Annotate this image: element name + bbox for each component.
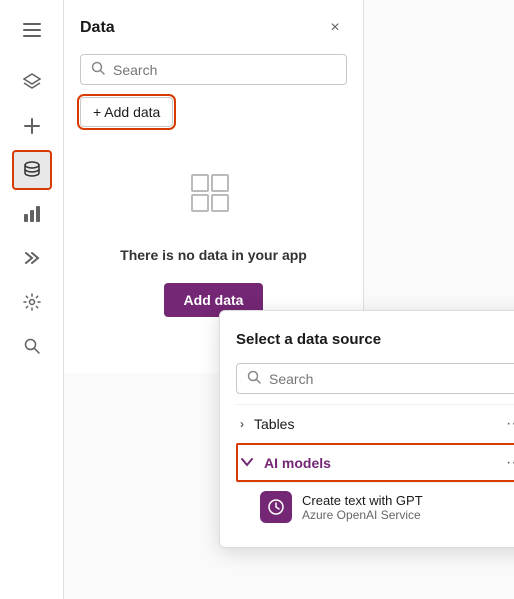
ds-search-icon [247,370,261,387]
settings-icon[interactable] [12,282,52,322]
ds-item-tables[interactable]: › Tables ··· [236,404,514,443]
data-search-box[interactable] [80,54,347,85]
ds-search-input[interactable] [269,371,514,387]
panel-header: Data × [80,16,347,40]
close-panel-button[interactable]: × [323,16,347,40]
ds-search-box[interactable] [236,363,514,394]
hamburger-icon[interactable] [12,10,52,50]
layers-icon[interactable] [12,62,52,102]
gpt-info: Create text with GPT Azure OpenAI Servic… [302,493,423,522]
close-ds-button[interactable]: × [508,327,514,351]
ds-header: Select a data source × [236,327,514,351]
ds-subitem-gpt[interactable]: Create text with GPT Azure OpenAI Servic… [236,482,514,531]
chart-icon[interactable] [12,194,52,234]
forward-icon[interactable] [12,238,52,278]
search-nav-icon[interactable] [12,326,52,366]
tables-label: Tables [254,416,500,432]
search-icon [91,61,105,78]
panel-title: Data [80,19,115,37]
chevron-down-icon [240,455,254,472]
empty-text: There is no data in your app [120,247,307,263]
add-data-label: + Add data [93,104,160,120]
database-icon[interactable] [12,150,52,190]
gpt-name: Create text with GPT [302,493,423,508]
plus-icon[interactable] [12,106,52,146]
ai-models-more-button[interactable]: ··· [500,452,514,474]
left-nav [0,0,64,599]
main-panel: Data × + Add data There is no [64,0,514,599]
ai-models-label: AI models [264,455,500,471]
tables-more-button[interactable]: ··· [500,413,514,435]
gpt-subtitle: Azure OpenAI Service [302,508,423,522]
add-data-dropdown-button[interactable]: + Add data [80,97,173,127]
data-source-panel: Select a data source × › Tables ··· [219,310,514,548]
ds-item-ai-models[interactable]: AI models ··· [236,443,514,482]
search-input[interactable] [113,62,336,78]
gpt-icon [260,491,292,523]
chevron-right-icon: › [240,417,244,431]
ds-title: Select a data source [236,331,381,348]
grid-icon [184,167,244,227]
